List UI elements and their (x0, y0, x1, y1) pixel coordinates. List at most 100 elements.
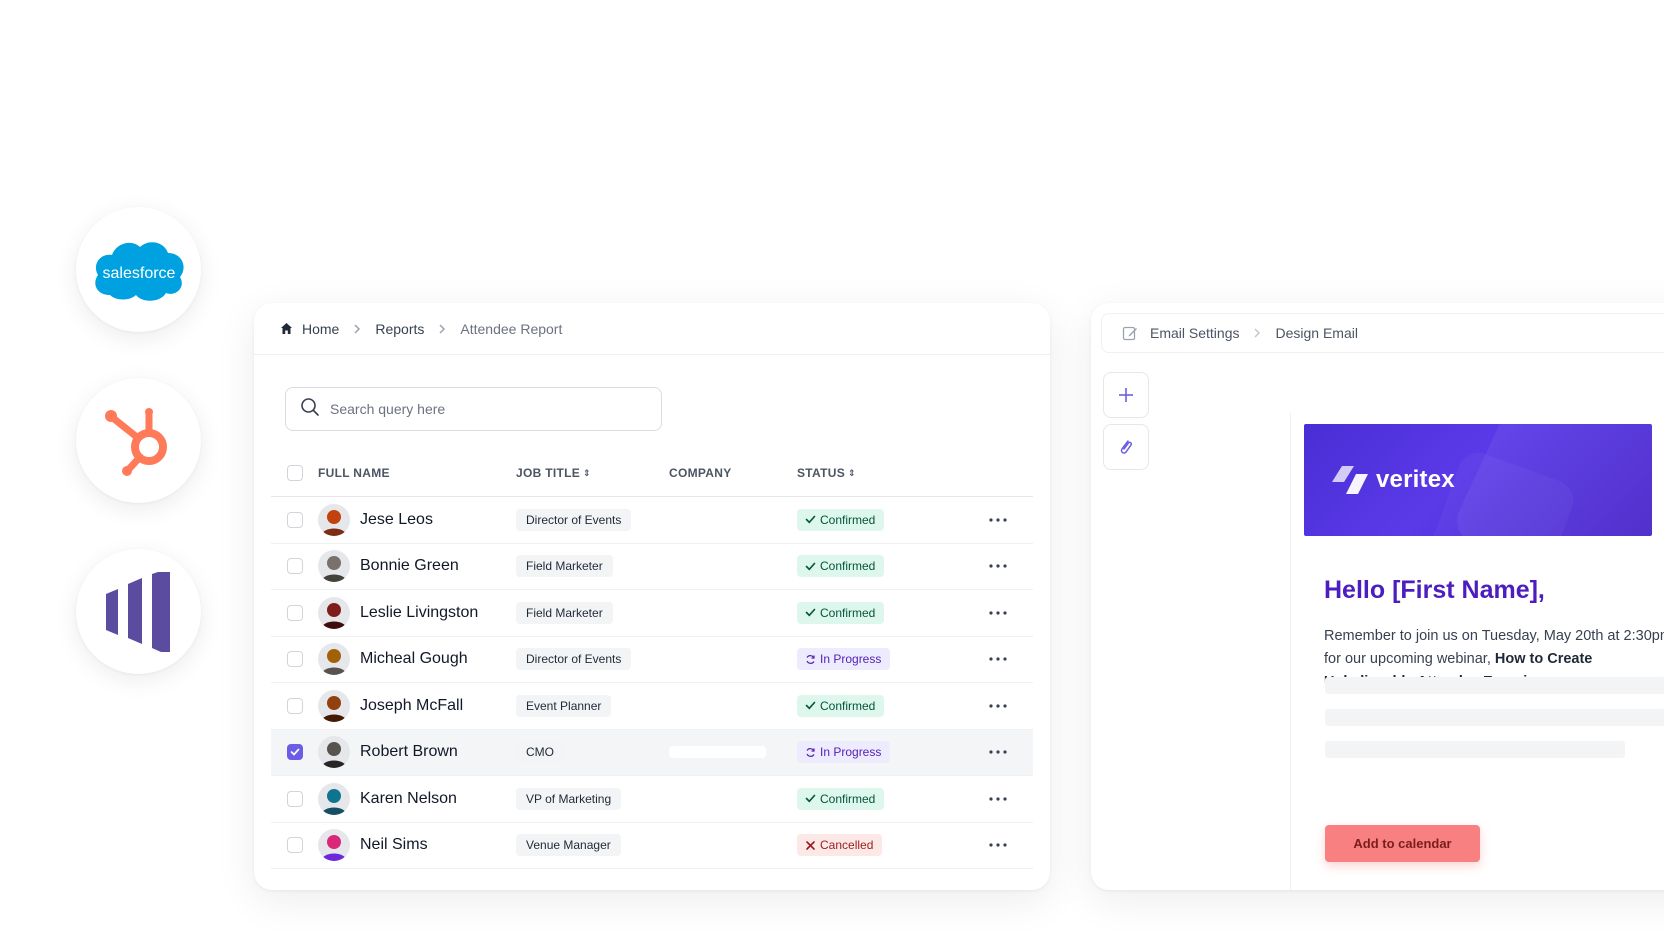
avatar (318, 829, 350, 862)
attendee-name: Robert Brown (360, 743, 458, 761)
status-label: In Progress (820, 745, 882, 760)
add-block-button[interactable] (1103, 372, 1149, 418)
paperclip-icon (1120, 440, 1133, 454)
column-company[interactable]: COMPANY (669, 466, 797, 480)
row-checkbox[interactable] (287, 697, 303, 714)
placeholder-line (1325, 741, 1625, 758)
more-actions-button[interactable] (972, 657, 1024, 661)
table-row[interactable]: Robert Brown CMO In Progress (271, 729, 1033, 776)
search-icon (300, 397, 320, 422)
salesforce-logo: salesforce (76, 207, 201, 332)
panel-divider (1290, 413, 1291, 890)
status-badge: In Progress (797, 648, 891, 671)
salesforce-logo-label: salesforce (102, 265, 175, 282)
marketo-logo (76, 549, 201, 674)
job-title-badge: Event Planner (516, 694, 612, 717)
table-row[interactable]: Jese Leos Director of Events Confirmed (271, 497, 1033, 544)
job-title-badge: Field Marketer (516, 555, 613, 578)
more-actions-button[interactable] (972, 611, 1024, 615)
marketo-logo-icon (105, 571, 170, 652)
table-row[interactable]: Karen Nelson VP of Marketing Confirmed (271, 776, 1033, 823)
attach-button[interactable] (1103, 424, 1149, 470)
attendee-name: Jese Leos (360, 510, 433, 528)
column-job-title[interactable]: JOB TITLE ⇕ (516, 466, 669, 480)
avatar (318, 550, 350, 583)
row-checkbox[interactable] (287, 837, 303, 854)
attendee-table: FULL NAME JOB TITLE ⇕ COMPANY STATUS ⇕ Jes… (271, 449, 1033, 869)
more-horizontal-icon (989, 564, 1007, 568)
row-checkbox[interactable] (287, 511, 303, 528)
table-body: Jese Leos Director of Events Confirmed Bonn… (271, 497, 1033, 869)
refresh-icon (805, 654, 816, 665)
status-label: Confirmed (820, 512, 876, 527)
edit-icon (1122, 325, 1138, 341)
attendee-report-card: Home Reports Attendee Report FULL NAME J… (254, 303, 1050, 890)
status-badge: Confirmed (797, 694, 885, 717)
more-horizontal-icon (989, 704, 1007, 708)
breadcrumb-reports-link[interactable]: Reports (375, 321, 424, 337)
breadcrumb-email-settings[interactable]: Email Settings (1150, 325, 1239, 341)
table-row[interactable]: Joseph McFall Event Planner Confirmed (271, 683, 1033, 730)
status-badge: Confirmed (797, 601, 885, 624)
table-row[interactable]: Bonnie Green Field Marketer Confirmed (271, 544, 1033, 590)
brand-name: veritex (1376, 466, 1455, 493)
refresh-icon (805, 747, 816, 758)
row-checkbox[interactable] (287, 790, 303, 807)
more-actions-button[interactable] (972, 518, 1024, 522)
status-label: Confirmed (820, 605, 876, 620)
avatar (318, 503, 350, 536)
row-checkbox[interactable] (287, 558, 303, 575)
status-badge: Confirmed (797, 508, 885, 531)
column-status[interactable]: STATUS ⇕ (797, 466, 972, 480)
avatar (318, 782, 350, 815)
add-to-calendar-button[interactable]: Add to calendar (1325, 825, 1480, 862)
search-box (285, 387, 662, 431)
home-icon[interactable] (280, 322, 293, 335)
more-actions-button[interactable] (972, 843, 1024, 847)
check-icon (805, 793, 816, 804)
table-row[interactable]: Micheal Gough Director of Events In Progre… (271, 637, 1033, 683)
table-row[interactable]: Leslie Livingston Field Marketer Confirmed (271, 590, 1033, 637)
search-input[interactable] (330, 401, 630, 417)
stage: salesforce Home Reports Attendee Report … (0, 0, 1664, 936)
avatar (318, 643, 350, 676)
more-horizontal-icon (989, 797, 1007, 801)
veritex-logo-icon (1332, 466, 1368, 494)
column-full-name[interactable]: FULL NAME (318, 466, 516, 480)
more-actions-button[interactable] (972, 564, 1024, 568)
chevron-right-icon (353, 323, 361, 335)
email-design-card: Email Settings Design Email veritex Hell… (1091, 303, 1664, 890)
more-horizontal-icon (989, 843, 1007, 847)
more-actions-button[interactable] (972, 704, 1024, 708)
sort-icon[interactable]: ⇕ (848, 468, 856, 479)
attendee-name: Joseph McFall (360, 696, 464, 714)
placeholder-line (1325, 709, 1664, 726)
table-row[interactable]: Neil Sims Venue Manager Cancelled (271, 823, 1033, 869)
job-title-badge: CMO (516, 741, 564, 764)
sort-icon[interactable]: ⇕ (583, 468, 591, 479)
more-horizontal-icon (989, 611, 1007, 615)
attendee-name: Karen Nelson (360, 789, 457, 807)
more-horizontal-icon (989, 657, 1007, 661)
breadcrumb-home-link[interactable]: Home (302, 321, 339, 337)
status-label: Cancelled (820, 838, 874, 853)
check-icon (805, 514, 816, 525)
select-all-checkbox[interactable] (287, 464, 303, 481)
row-checkbox[interactable] (287, 651, 303, 668)
more-actions-button[interactable] (972, 750, 1024, 754)
status-label: In Progress (820, 652, 882, 667)
avatar (318, 736, 350, 769)
table-header: FULL NAME JOB TITLE ⇕ COMPANY STATUS ⇕ (271, 449, 1033, 497)
row-checkbox[interactable] (287, 744, 303, 761)
email-banner: veritex (1304, 424, 1652, 536)
column-status-label: STATUS (797, 465, 846, 480)
x-icon (805, 840, 816, 851)
breadcrumb: Home Reports Attendee Report (254, 303, 1050, 355)
status-badge: Confirmed (797, 787, 885, 810)
status-badge: Confirmed (797, 555, 885, 578)
more-horizontal-icon (989, 750, 1007, 754)
hubspot-logo (76, 378, 201, 503)
more-horizontal-icon (989, 518, 1007, 522)
more-actions-button[interactable] (972, 797, 1024, 801)
row-checkbox[interactable] (287, 604, 303, 621)
